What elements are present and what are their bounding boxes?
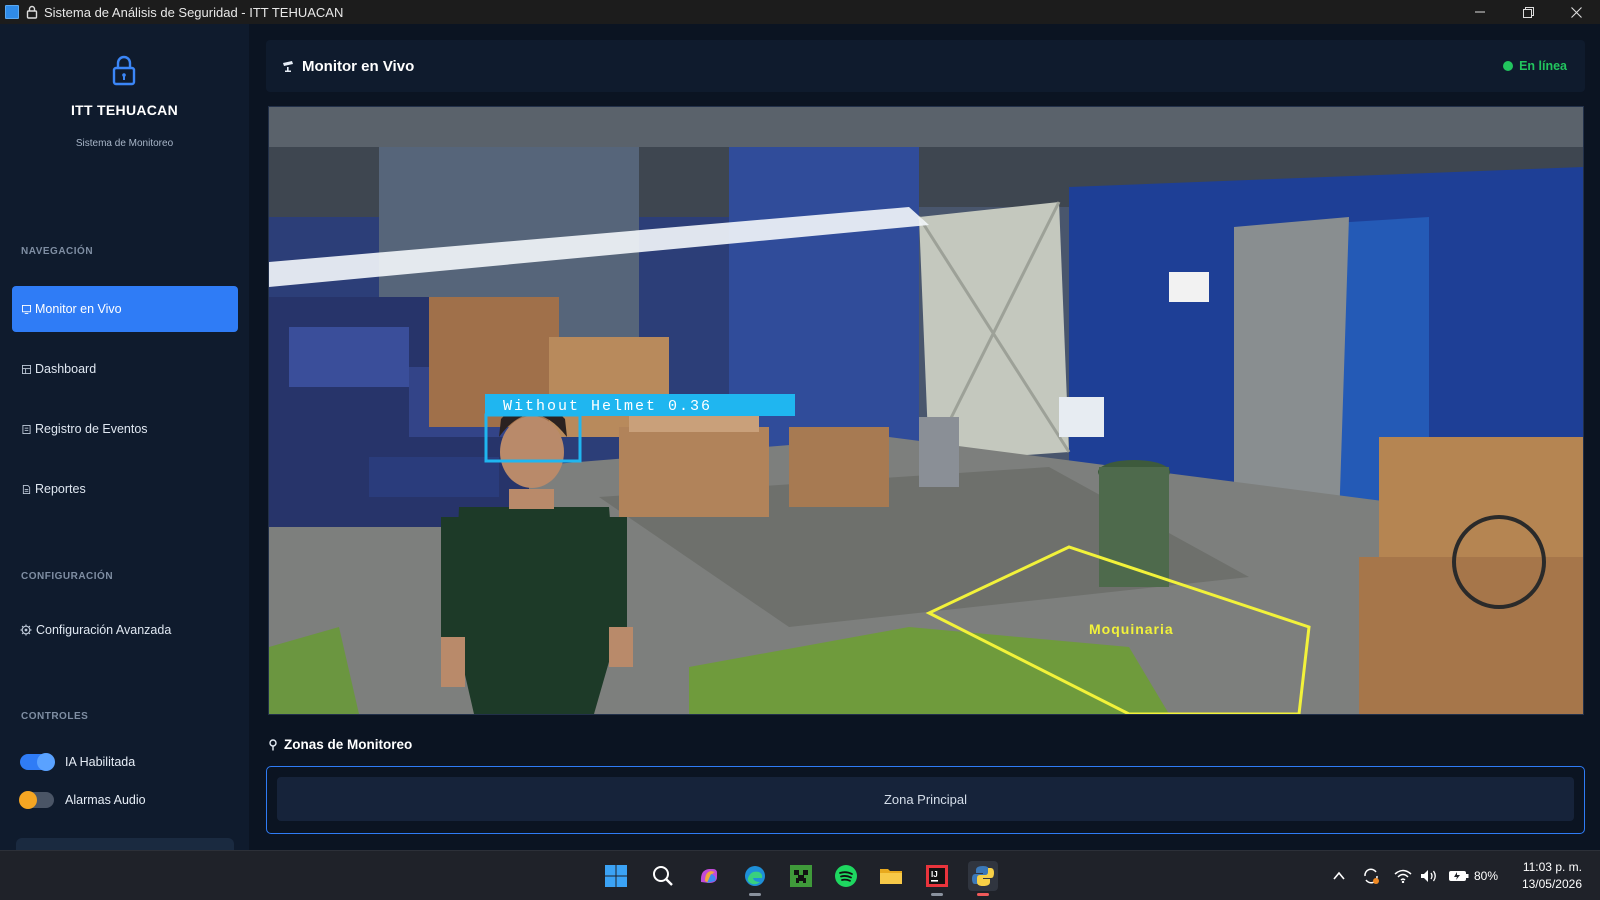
running-indicator bbox=[931, 893, 943, 896]
detection-label: Without Helmet 0.36 bbox=[503, 398, 712, 415]
lock-icon bbox=[26, 5, 38, 19]
map-pin-icon bbox=[269, 738, 277, 750]
minimize-icon bbox=[1475, 11, 1485, 13]
sync-icon[interactable] bbox=[1362, 867, 1380, 885]
copilot-button[interactable] bbox=[694, 861, 724, 891]
brand-name: ITT TEHUACAN bbox=[70, 102, 179, 118]
close-button[interactable] bbox=[1552, 0, 1600, 24]
spotify-button[interactable] bbox=[831, 861, 861, 891]
wifi-icon[interactable] bbox=[1394, 869, 1412, 883]
sidebar-item-configuracion-avanzada[interactable]: Configuración Avanzada bbox=[10, 607, 236, 653]
battery-icon[interactable] bbox=[1448, 869, 1470, 883]
battery-percent: 80% bbox=[1474, 868, 1499, 883]
zone-principal-button[interactable]: Zona Principal bbox=[277, 777, 1574, 821]
audio-toggle-row: Alarmas Audio bbox=[19, 791, 146, 809]
restore-icon bbox=[1522, 6, 1534, 18]
running-indicator bbox=[749, 893, 761, 896]
close-icon bbox=[1570, 6, 1582, 18]
ia-toggle-row: IA Habilitada bbox=[20, 753, 136, 771]
file-explorer-button[interactable] bbox=[876, 861, 906, 891]
toggle-knob bbox=[37, 753, 55, 771]
jetbrains-icon: IJ bbox=[926, 865, 948, 887]
window-title: Sistema de Análisis de Seguridad - ITT T… bbox=[44, 4, 344, 20]
jetbrains-button[interactable]: IJ bbox=[922, 861, 952, 896]
edge-icon bbox=[745, 866, 765, 886]
zone-label: Moquinaria bbox=[1089, 621, 1174, 637]
chevron-up-icon[interactable] bbox=[1332, 869, 1346, 883]
minimize-button[interactable] bbox=[1456, 0, 1504, 24]
nav-heading: NAVEGACIÓN bbox=[21, 246, 94, 257]
ia-toggle-label: IA Habilitada bbox=[65, 755, 136, 769]
window-titlebar: Sistema de Análisis de Seguridad - ITT T… bbox=[0, 0, 1600, 24]
live-video-feed[interactable]: Without Helmet 0.36 Moquinaria bbox=[268, 106, 1584, 715]
monitor-icon bbox=[22, 304, 31, 314]
system-tray: 80% bbox=[1332, 851, 1498, 900]
system-clock[interactable]: 11:03 p. m. 13/05/2026 bbox=[1522, 859, 1582, 893]
status-badge: En línea bbox=[1503, 59, 1567, 73]
python-app-button[interactable] bbox=[968, 861, 998, 896]
dashboard-icon bbox=[22, 364, 31, 374]
reports-icon bbox=[22, 484, 31, 494]
search-button[interactable] bbox=[648, 861, 678, 891]
audio-alarm-toggle[interactable] bbox=[19, 791, 54, 809]
copilot-icon bbox=[700, 869, 717, 883]
camera-icon bbox=[283, 61, 293, 72]
running-indicator bbox=[977, 893, 989, 896]
edge-button[interactable] bbox=[740, 861, 770, 896]
volume-icon[interactable] bbox=[1420, 869, 1438, 883]
status-dot bbox=[1503, 61, 1514, 71]
config-heading: CONFIGURACIÓN bbox=[21, 571, 114, 582]
clock-time: 11:03 p. m. bbox=[1522, 860, 1582, 874]
sidebar-item-monitor-en-vivo[interactable]: Monitor en Vivo bbox=[12, 286, 238, 332]
page-title: Monitor en Vivo bbox=[302, 57, 415, 75]
zones-panel: Zona Principal bbox=[266, 766, 1585, 834]
toggle-knob bbox=[19, 791, 37, 809]
sidebar-item-label: Reportes bbox=[35, 482, 86, 496]
spotify-icon bbox=[835, 865, 857, 887]
minecraft-icon bbox=[790, 865, 812, 887]
python-icon bbox=[972, 866, 994, 886]
windows-start-icon bbox=[605, 865, 627, 887]
main-header: Monitor en Vivo En línea bbox=[266, 40, 1585, 92]
file-explorer-icon bbox=[880, 869, 902, 884]
events-icon bbox=[22, 424, 31, 434]
brand-subtitle: Sistema de Monitoreo bbox=[75, 138, 174, 149]
restore-button[interactable] bbox=[1504, 0, 1552, 24]
lock-icon bbox=[112, 55, 136, 86]
sidebar-item-registro-de-eventos[interactable]: Registro de Eventos bbox=[12, 406, 238, 452]
svg-text:IJ: IJ bbox=[931, 870, 938, 879]
sidebar-item-label: Monitor en Vivo bbox=[35, 302, 122, 316]
camera-scene: Without Helmet 0.36 Moquinaria bbox=[269, 107, 1583, 714]
sidebar-item-reportes[interactable]: Reportes bbox=[12, 466, 238, 512]
sidebar: ITT TEHUACAN Sistema de Monitoreo NAVEGA… bbox=[0, 24, 249, 852]
zones-title-text: Zonas de Monitoreo bbox=[284, 737, 413, 752]
sidebar-item-label: Registro de Eventos bbox=[35, 422, 148, 436]
taskbar: IJ 80% 11:03 p. m. 13/05/2026 bbox=[0, 850, 1600, 900]
app-icon bbox=[3, 3, 21, 21]
sidebar-item-dashboard[interactable]: Dashboard bbox=[12, 346, 238, 392]
sidebar-item-label: Configuración Avanzada bbox=[36, 623, 172, 637]
clock-date: 13/05/2026 bbox=[1521, 877, 1582, 891]
audio-toggle-label: Alarmas Audio bbox=[65, 793, 146, 807]
zones-title: Zonas de Monitoreo bbox=[268, 737, 412, 752]
controls-heading: CONTROLES bbox=[21, 711, 89, 722]
windows-start-button[interactable] bbox=[601, 861, 631, 891]
sidebar-item-label: Dashboard bbox=[35, 362, 97, 376]
gear-icon bbox=[20, 624, 32, 636]
search-icon bbox=[653, 866, 673, 886]
ia-toggle[interactable] bbox=[20, 753, 55, 771]
status-text: En línea bbox=[1519, 59, 1567, 73]
minecraft-button[interactable] bbox=[786, 861, 816, 891]
